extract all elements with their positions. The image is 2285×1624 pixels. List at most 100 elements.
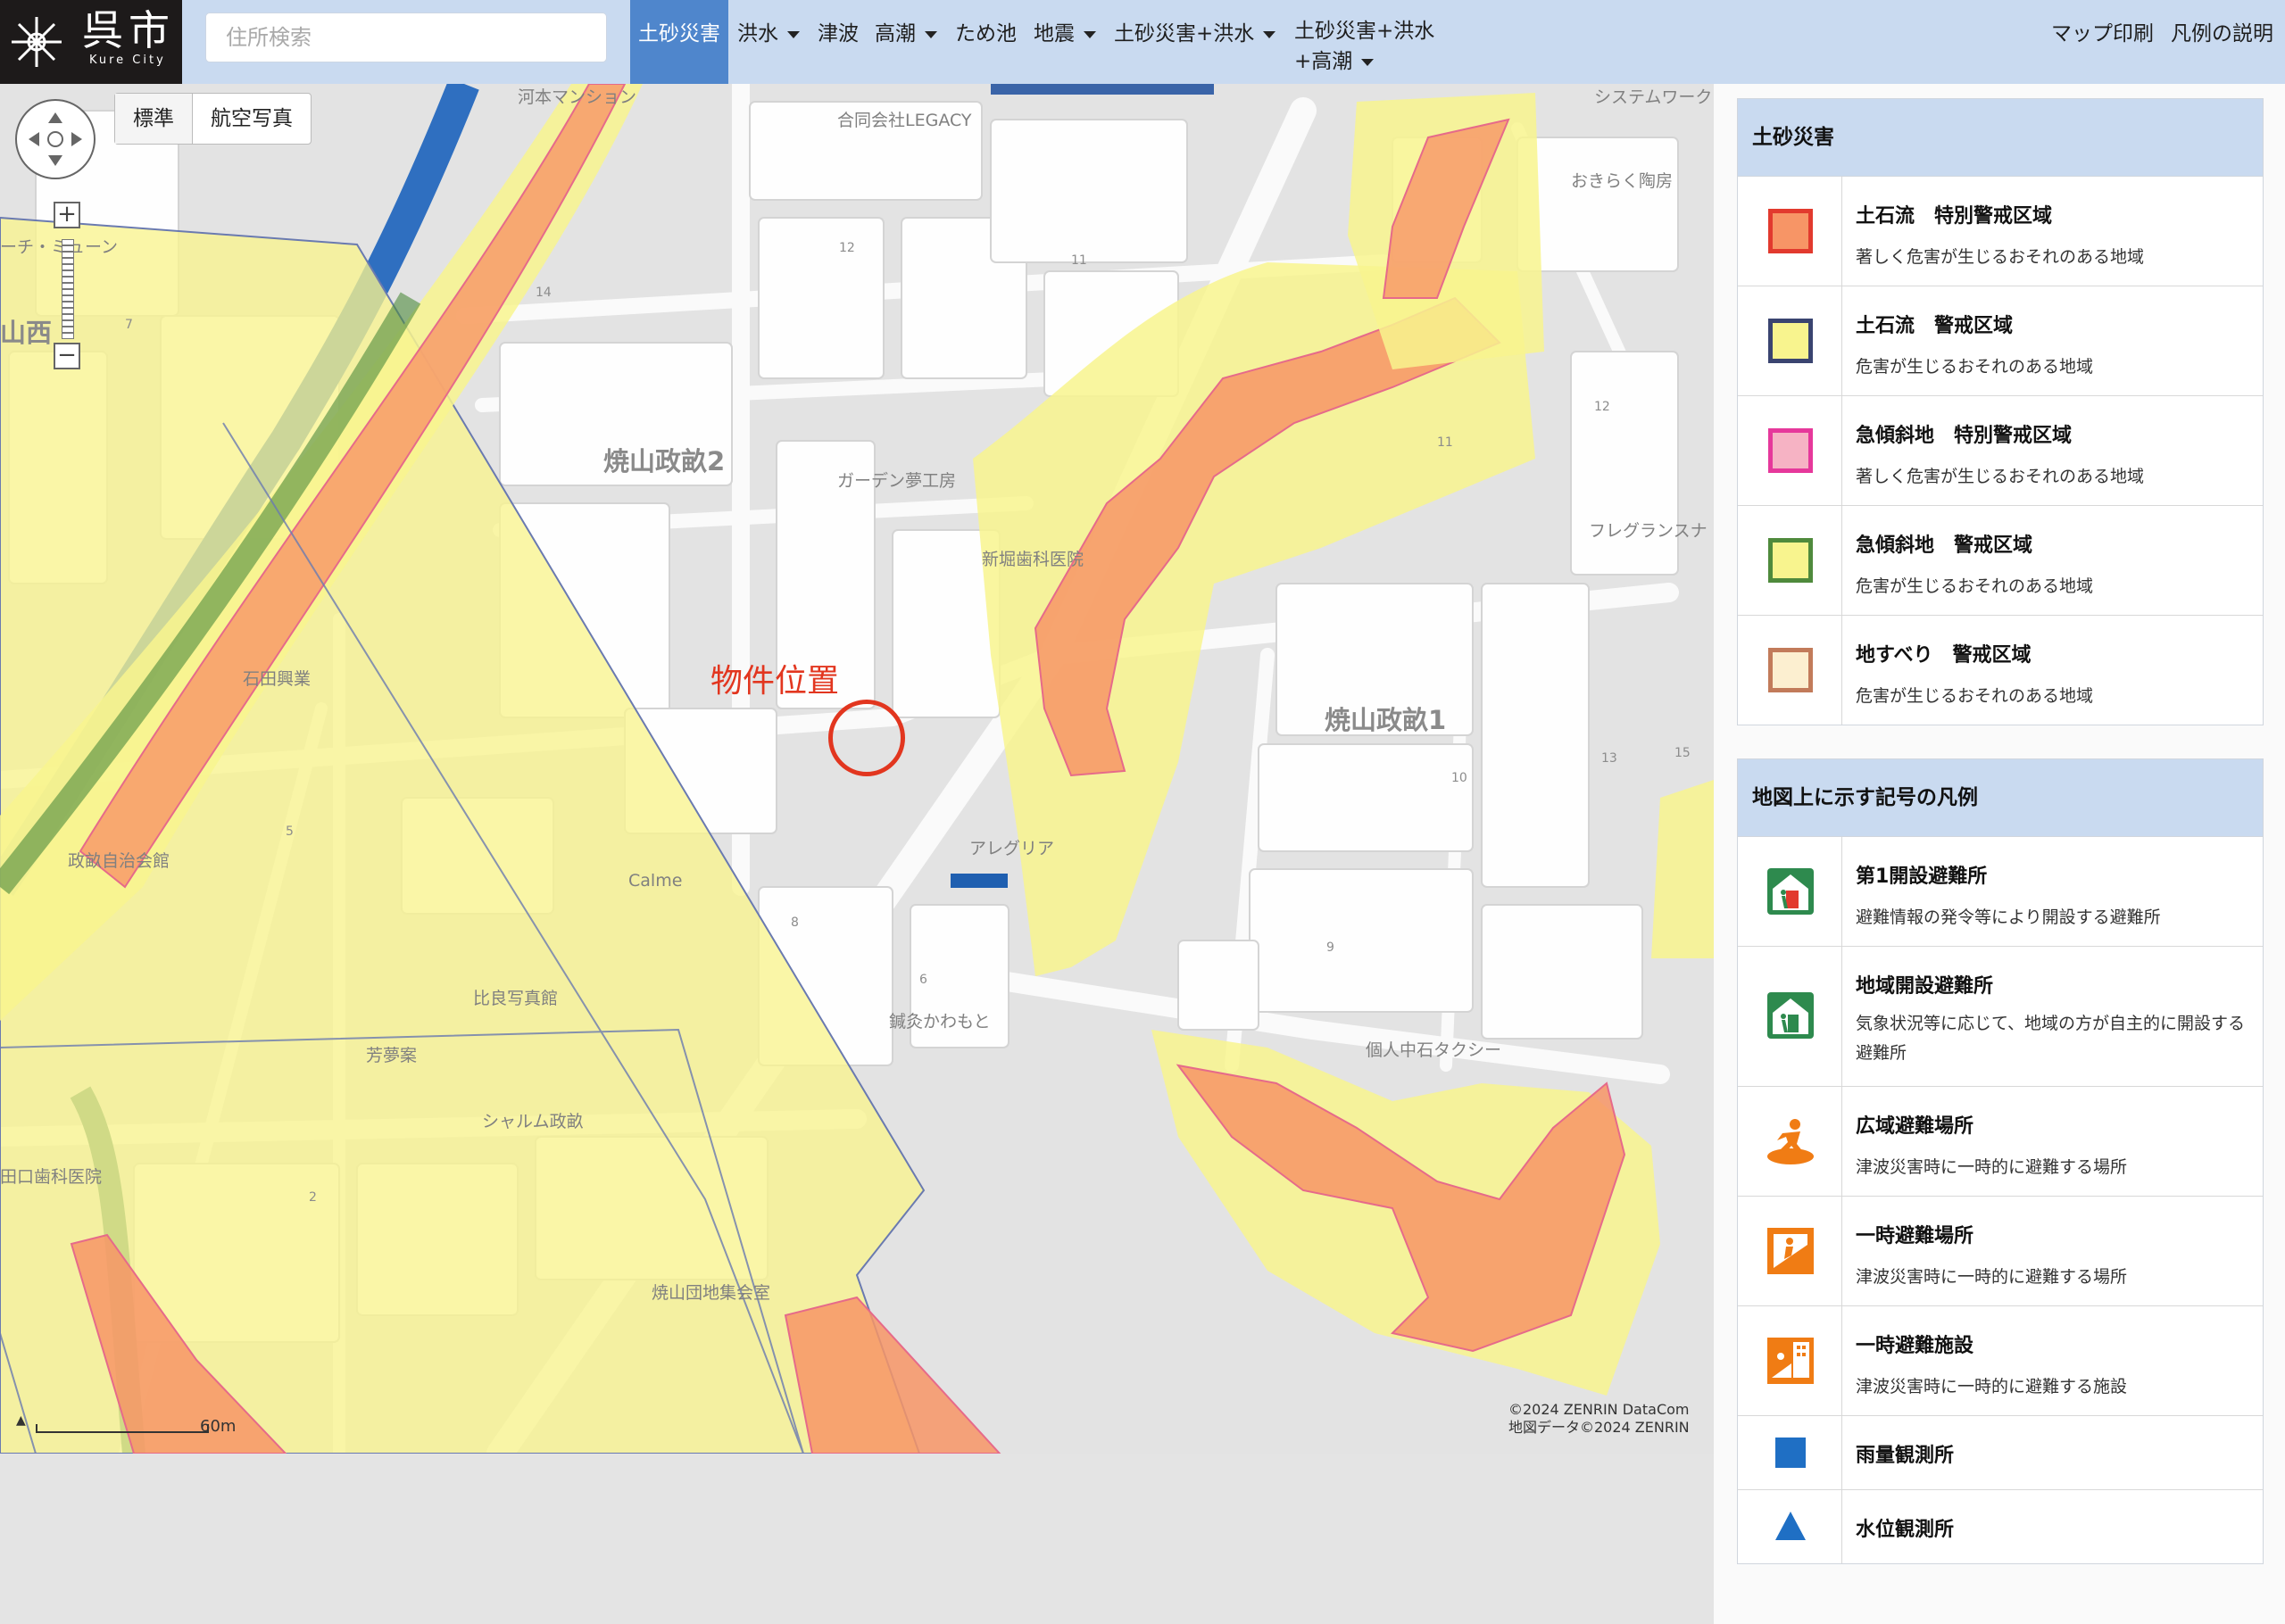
header-bar: 呉市 Kure City 土砂災害 洪水 津波 高潮 ため池 地震 土砂災害+洪… — [0, 0, 2285, 84]
tab-reservoir[interactable]: ため池 — [955, 16, 1017, 46]
legend-swatch-cell — [1738, 616, 1842, 725]
legend-item-desc: 避難情報の発令等により開設する避難所 — [1856, 907, 2161, 927]
block-number: 12 — [1594, 400, 1610, 414]
copyright-line: 地図データ©2024 ZENRIN — [1508, 1419, 1690, 1436]
block-number: 13 — [1601, 751, 1617, 766]
block-number: 11 — [1437, 435, 1453, 450]
tab-sediment-flood-surge[interactable]: 土砂災害+洪水 +高潮 — [1294, 16, 1434, 77]
zoom-out-button[interactable]: − — [54, 343, 80, 369]
legend-item-title: 広域避難場所 — [1856, 1115, 1974, 1138]
map-label: 焼山団地集会室 — [652, 1283, 771, 1303]
map-label: 比良写真館 — [473, 989, 559, 1008]
debris-flow-special-swatch-icon — [1768, 209, 1813, 253]
kure-city-logo[interactable]: 呉市 Kure City — [0, 0, 182, 84]
legend-item: 水位観測所 — [1738, 1490, 2263, 1563]
map-label: Calme — [628, 871, 683, 891]
tab-label: 土砂災害 — [638, 22, 720, 46]
tab-label: 地震 — [1034, 22, 1075, 46]
legend-item: 広域避難場所 津波災害時に一時的に避難する場所 — [1738, 1087, 2263, 1197]
map-label: 政畝自治会館 — [68, 851, 170, 871]
legend-item-desc: 危害が生じるおそれのある地域 — [1856, 357, 2094, 377]
legend-item-title: 地域開設避難所 — [1856, 975, 1994, 998]
tab-label-line2: +高潮 — [1294, 50, 1353, 73]
zoom-slider[interactable] — [62, 239, 74, 339]
legend-item: 一時避難施設 津波災害時に一時的に避難する施設 — [1738, 1306, 2263, 1416]
scale-bar-line — [36, 1424, 209, 1433]
legend-swatch-cell — [1738, 837, 1842, 946]
tab-tsunami[interactable]: 津波 — [818, 16, 859, 46]
map-label: ーチ・ミューン — [0, 237, 119, 257]
legend-swatch-cell — [1738, 1416, 1842, 1489]
scale-label: 60m — [200, 1417, 237, 1436]
block-number: 9 — [1326, 940, 1334, 955]
tab-sediment-flood[interactable]: 土砂災害+洪水 — [1114, 16, 1276, 46]
chevron-down-icon — [925, 30, 937, 38]
address-search-input[interactable] — [205, 12, 607, 62]
block-number: 7 — [125, 318, 133, 332]
block-number: 11 — [1071, 253, 1087, 268]
pan-control-icon[interactable] — [12, 96, 98, 182]
map-label: おきらく陶房 — [1571, 171, 1674, 191]
copyright-line: ©2024 ZENRIN DataCom — [1508, 1401, 1690, 1418]
map-label: 河本マンション — [518, 87, 637, 107]
map-navigation-control: + − — [12, 96, 98, 369]
map-label: 焼山政畝2 — [603, 446, 726, 476]
legend-section-title: 土砂災害 — [1738, 99, 2263, 177]
legend-item: 雨量観測所 — [1738, 1416, 2263, 1490]
legend-item-title: 雨量観測所 — [1856, 1445, 1955, 1467]
map-copyright: ©2024 ZENRIN DataCom 地図データ©2024 ZENRIN — [1508, 1401, 1690, 1437]
property-location-marker — [828, 700, 905, 776]
legend-map-symbols: 地図上に示す記号の凡例 第1開設避難所 避難情報の発令等により開設する避難所 地… — [1737, 758, 2264, 1564]
rain-gauge-icon — [1775, 1438, 1806, 1468]
map-label: 山西 — [0, 318, 53, 348]
map-label: 田口歯科医院 — [0, 1167, 103, 1187]
legend-item: 急傾斜地 警戒区域 危害が生じるおそれのある地域 — [1738, 506, 2263, 616]
map-type-standard-button[interactable]: 標準 — [115, 94, 193, 144]
city-emblem-icon — [12, 17, 62, 67]
map-label: 鍼灸かわもと — [889, 1012, 991, 1032]
tab-flood[interactable]: 洪水 — [737, 16, 800, 46]
tab-label-line1: 土砂災害+洪水 — [1294, 20, 1435, 43]
block-number: 8 — [791, 916, 799, 930]
zoom-in-button[interactable]: + — [54, 202, 80, 228]
legend-help-link[interactable]: 凡例の説明 — [2171, 16, 2273, 46]
wide-area-evacuation-icon — [1767, 1119, 1814, 1164]
legend-item: 第1開設避難所 避難情報の発令等により開設する避難所 — [1738, 837, 2263, 947]
legend-swatch-cell — [1738, 947, 1842, 1086]
legend-swatch-cell — [1738, 1490, 1842, 1563]
legend-swatch-cell — [1738, 1087, 1842, 1196]
legend-item-title: 土石流 警戒区域 — [1856, 315, 2014, 337]
legend-item-title: 一時避難施設 — [1856, 1335, 1974, 1357]
legend-item-desc: 津波災害時に一時的に避難する場所 — [1856, 1157, 2128, 1177]
tab-label: ため池 — [955, 22, 1017, 46]
legend-item-title: 急傾斜地 警戒区域 — [1856, 534, 2033, 557]
logo-subtitle: Kure City — [89, 54, 166, 67]
legend-item-desc: 危害が生じるおそれのある地域 — [1856, 686, 2094, 706]
tab-sediment-disaster[interactable]: 土砂災害 — [630, 0, 728, 84]
map-type-aerial-button[interactable]: 航空写真 — [193, 94, 311, 144]
property-location-label: 物件位置 — [710, 663, 840, 700]
legend-item-title: 土石流 特別警戒区域 — [1856, 205, 2053, 228]
legend-item-desc: 危害が生じるおそれのある地域 — [1856, 576, 2094, 596]
landslide-caution-swatch-icon — [1768, 648, 1813, 692]
block-number: 15 — [1674, 746, 1691, 760]
map-label: システムワーク — [1594, 87, 1713, 107]
hazard-map[interactable]: 合同会社LEGACY おきらく陶房 焼山政畝2 焼山政畝1 ガーデン夢工房 新堀… — [0, 84, 1714, 1454]
legend-item-desc: 津波災害時に一時的に避難する施設 — [1856, 1377, 2128, 1396]
map-bottom-area — [0, 1454, 1714, 1624]
chevron-down-icon — [1084, 30, 1096, 38]
legend-item-title: 第1開設避難所 — [1856, 866, 1988, 888]
map-label: 個人中石タクシー — [1366, 1040, 1502, 1060]
map-label: シャルム政畝 — [482, 1112, 584, 1131]
block-number: 14 — [536, 286, 552, 300]
tab-label: 洪水 — [737, 22, 778, 46]
tab-storm-surge[interactable]: 高潮 — [875, 16, 937, 46]
legend-item-desc: 津波災害時に一時的に避難する場所 — [1856, 1267, 2128, 1287]
map-print-link[interactable]: マップ印刷 — [2051, 16, 2154, 46]
map-label: 芳夢案 — [366, 1046, 418, 1065]
block-number: 2 — [309, 1190, 317, 1205]
legend-sediment-disaster: 土砂災害 土石流 特別警戒区域 著しく危害が生じるおそれのある地域 土石流 警戒… — [1737, 98, 2264, 725]
legend-item: 一時避難場所 津波災害時に一時的に避難する場所 — [1738, 1197, 2263, 1306]
tab-earthquake[interactable]: 地震 — [1034, 16, 1096, 46]
steep-slope-special-swatch-icon — [1768, 428, 1813, 473]
